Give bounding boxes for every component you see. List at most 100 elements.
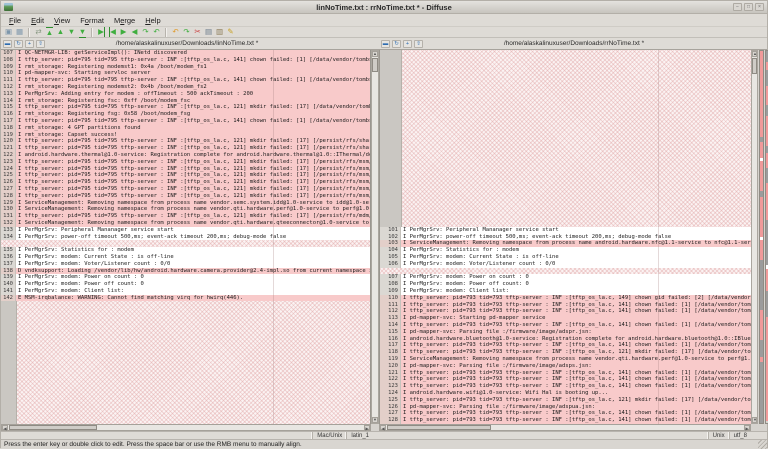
save-file-as-button-left[interactable]: ⇧ (36, 40, 45, 48)
menu-file[interactable]: File (4, 15, 26, 26)
diff-line-row[interactable]: 107I QC-NETMGR-LIB: getServiceImpl(): IN… (1, 50, 370, 57)
diff-line-row[interactable]: 126I tftp_server: pid=795 tid=795 tftp-s… (1, 179, 370, 186)
gap-row[interactable] (380, 268, 751, 275)
matched-line-row[interactable]: 106I PerMgrSrv: modem: Voter/Listener co… (380, 261, 751, 268)
menu-help[interactable]: Help (140, 15, 165, 26)
scroll-right-icon[interactable]: ▶ (364, 425, 370, 430)
matched-line-row[interactable]: 109I PerMgrSrv: modem: Client list: (380, 288, 751, 295)
matched-line-row[interactable]: 136I PerMgrSrv: modem: Current State : i… (1, 254, 370, 261)
right-text-pane[interactable]: 101I PerMgrSrv: Peripheral Mananager ser… (379, 50, 751, 424)
reload-file-button-right[interactable]: ↻ (392, 40, 401, 48)
diff-line-row[interactable]: 138D vndksupport: Loading /vendor/lib/hw… (1, 268, 370, 275)
diff-line-row[interactable]: 125I tftp_server: pid=793 tid=793 tftp-s… (380, 397, 751, 404)
left-hscroll-thumb[interactable] (9, 425, 97, 430)
titlebar[interactable]: linNoTime.txt : rrNoTime.txt * - Diffuse… (1, 1, 767, 14)
diff-line-row[interactable]: 142E MSM-irqbalance: WARNING: Cannot fin… (1, 295, 370, 302)
diff-line-row[interactable]: 119I ServiceManagement: Removing namespa… (380, 356, 751, 363)
matched-line-row[interactable]: 108I PerMgrSrv: modem: Power off count: … (380, 281, 751, 288)
matched-line-row[interactable]: 102I PerMgrSrv: power-off timeout 500,ms… (380, 234, 751, 241)
merge-from-left-then-right-button[interactable]: ↷ (140, 27, 151, 37)
matched-line-row[interactable]: 104I PerMgrSrv: Statistics for : modem (380, 247, 751, 254)
diff-line-row[interactable]: 125I tftp_server: pid=795 tid=795 tftp-s… (1, 172, 370, 179)
diff-line-row[interactable]: 116I rmt_storage: Registering fsg: 0x58 … (1, 111, 370, 118)
copy-selection-left-button[interactable]: ◀ (107, 27, 118, 37)
copy-selection-right-button[interactable]: ▶ (96, 27, 107, 37)
previous-difference-button[interactable]: ▲ (55, 27, 66, 37)
left-vscroll-thumb[interactable] (372, 58, 378, 72)
diff-line-row[interactable]: 131I tftp_server: pid=795 tid=795 tftp-s… (1, 213, 370, 220)
matched-line-row[interactable]: 135I PerMgrSrv: Statistics for : modem (1, 247, 370, 254)
realign-all-button[interactable]: ⇄ (33, 27, 44, 37)
matched-line-row[interactable]: 101I PerMgrSrv: Peripheral Mananager ser… (380, 227, 751, 234)
right-vscroll-thumb[interactable] (752, 58, 757, 74)
menu-view[interactable]: View (49, 15, 75, 26)
diff-line-row[interactable]: 115I pd-mapper-svc: Parsing file :/firmw… (380, 329, 751, 336)
matched-line-row[interactable]: 139I PerMgrSrv: modem: Power on count : … (1, 274, 370, 281)
scroll-up-icon[interactable]: ▲ (372, 51, 378, 57)
diff-line-row[interactable]: 117I tftp_server: pid=795 tid=795 tftp-s… (1, 118, 370, 125)
copy-button[interactable]: ▤ (203, 27, 214, 37)
redo-button[interactable]: ↷ (181, 27, 192, 37)
save-file-button-left[interactable]: + (25, 40, 34, 48)
left-horizontal-scrollbar[interactable]: ◀ ▶ (1, 424, 371, 431)
scroll-down-icon[interactable]: ▼ (752, 417, 757, 423)
diff-line-row[interactable]: 114I rmt_storage: Registering fsc: 0xff … (1, 98, 370, 105)
diff-line-row[interactable]: 129I ServiceManagement: Removing namespa… (1, 200, 370, 207)
scroll-down-icon[interactable]: ▼ (372, 417, 378, 423)
right-hscroll-thumb[interactable] (387, 425, 491, 430)
scroll-right-icon[interactable]: ▶ (744, 425, 750, 430)
reload-file-button-left[interactable]: ↻ (14, 40, 23, 48)
diff-line-row[interactable]: 118I tftp_server: pid=793 tid=793 tftp-s… (380, 349, 751, 356)
diff-line-row[interactable]: 111I tftp_server: pid=793 tid=793 tftp-s… (380, 302, 751, 309)
left-vertical-scrollbar[interactable]: ▲ ▼ (371, 50, 379, 424)
diff-map-file1-column[interactable] (759, 50, 764, 424)
diff-line-row[interactable]: 118I rmt_storage: 4 GPT partitions found (1, 125, 370, 132)
diff-line-row[interactable]: 120I pd-mapper-svc: Parsing file :/firmw… (380, 363, 751, 370)
diff-line-row[interactable]: 122I tftp_server: pid=793 tid=793 tftp-s… (380, 376, 751, 383)
diff-line-row[interactable]: 110I tftp_server: pid=793 tid=793 tftp-s… (380, 295, 751, 302)
diff-line-row[interactable]: 124I tftp_server: pid=795 tid=795 tftp-s… (1, 166, 370, 173)
open-file-button-left[interactable]: ▬ (3, 40, 12, 48)
diff-line-row[interactable]: 127I tftp_server: pid=793 tid=793 tftp-s… (380, 410, 751, 417)
last-difference-button[interactable]: ▼ (77, 27, 88, 37)
diff-line-row[interactable]: 126I pd-mapper-svc: Parsing file :/firmw… (380, 404, 751, 411)
diff-line-row[interactable]: 120I tftp_server: pid=795 tid=795 tftp-s… (1, 138, 370, 145)
maximize-button[interactable]: □ (744, 3, 753, 11)
matched-line-row[interactable]: 107I PerMgrSrv: modem: Power on count : … (380, 274, 751, 281)
diff-line-row[interactable]: 113I PerMgrSrv: Adding entry for modem :… (1, 91, 370, 98)
diff-line-row[interactable]: 127I tftp_server: pid=795 tid=795 tftp-s… (1, 186, 370, 193)
diff-line-row[interactable]: 116I android.hardware.bluetooth@1.0-serv… (380, 336, 751, 343)
menu-merge[interactable]: Merge (109, 15, 140, 26)
diff-line-row[interactable]: 117I tftp_server: pid=793 tid=793 tftp-s… (380, 342, 751, 349)
matched-line-row[interactable]: 105I PerMgrSrv: modem: Current State : i… (380, 254, 751, 261)
diff-line-row[interactable]: 123I tftp_server: pid=793 tid=793 tftp-s… (380, 383, 751, 390)
paste-button[interactable]: ▥ (214, 27, 225, 37)
scroll-left-icon[interactable]: ◀ (380, 425, 386, 430)
diff-line-row[interactable]: 121I tftp_server: pid=793 tid=793 tftp-s… (380, 370, 751, 377)
diff-line-row[interactable]: 103I ServiceManagement: Removing namespa… (380, 240, 751, 247)
save-file-button-right[interactable]: + (403, 40, 412, 48)
matched-line-row[interactable]: 137I PerMgrSrv: modem: Voter/Listener co… (1, 261, 370, 268)
diff-line-row[interactable]: 124I android.hardware.wifi@1.0-service: … (380, 390, 751, 397)
left-text-pane[interactable]: 107I QC-NETMGR-LIB: getServiceImpl(): IN… (1, 50, 371, 424)
scroll-left-icon[interactable]: ◀ (2, 425, 8, 430)
diff-line-row[interactable]: 112I tftp_server: pid=793 tid=793 tftp-s… (380, 308, 751, 315)
menu-edit[interactable]: Edit (26, 15, 49, 26)
undo-button[interactable]: ↶ (170, 27, 181, 37)
matched-line-row[interactable]: 134I PerMgrSrv: power-off timeout 500,ms… (1, 234, 370, 241)
new-3way-file-merge-button[interactable]: ▦ (14, 27, 25, 37)
cut-button[interactable]: ✂ (192, 27, 203, 37)
matched-line-row[interactable]: 141I PerMgrSrv: modem: Client list: (1, 288, 370, 295)
diff-line-row[interactable]: 128I tftp_server: pid=793 tid=793 tftp-s… (380, 417, 751, 424)
diff-line-row[interactable]: 123I tftp_server: pid=795 tid=795 tftp-s… (1, 159, 370, 166)
diff-line-row[interactable]: 119I rmt_storage: Capset success! (1, 132, 370, 139)
diff-line-row[interactable]: 121I tftp_server: pid=795 tid=795 tftp-s… (1, 145, 370, 152)
clear-edits-button[interactable]: ✎ (225, 27, 236, 37)
diff-line-row[interactable]: 115I tftp_server: pid=795 tid=795 tftp-s… (1, 104, 370, 111)
menu-format[interactable]: Format (75, 15, 109, 26)
scroll-up-icon[interactable]: ▲ (752, 51, 757, 57)
next-difference-button[interactable]: ▼ (66, 27, 77, 37)
close-button[interactable]: × (755, 3, 764, 11)
save-file-as-button-right[interactable]: ⇧ (414, 40, 423, 48)
new-2way-file-merge-button[interactable]: ▣ (3, 27, 14, 37)
